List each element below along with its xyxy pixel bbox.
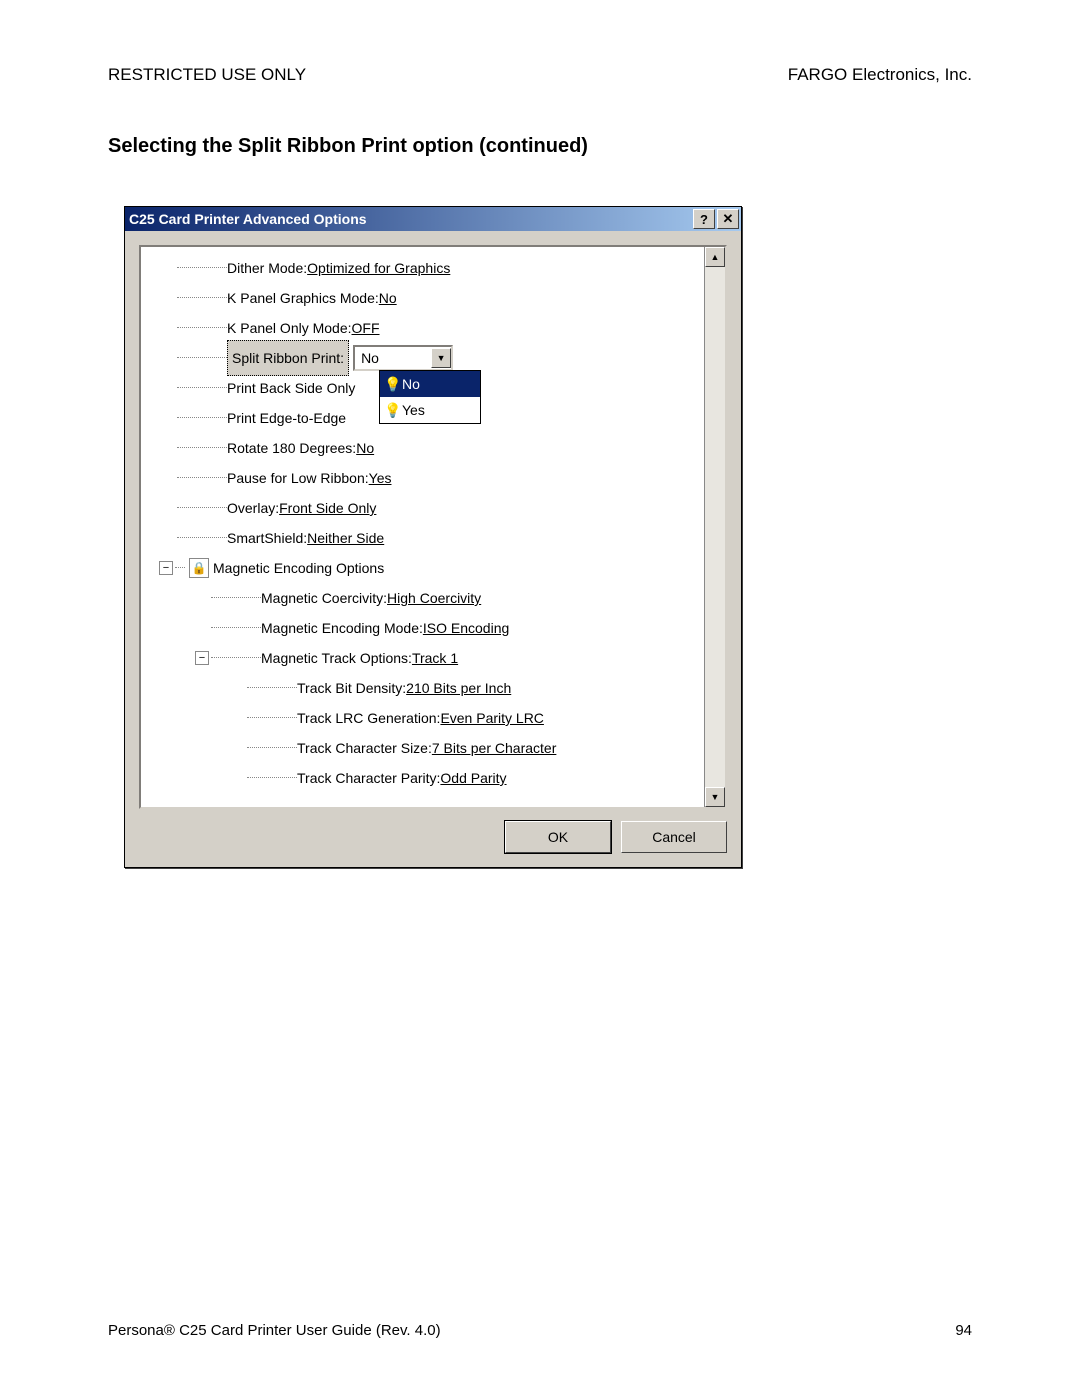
value: ISO Encoding <box>423 613 509 643</box>
label: Magnetic Encoding Options <box>213 553 384 583</box>
ok-button[interactable]: OK <box>505 821 611 853</box>
scroll-track[interactable] <box>705 267 725 787</box>
tree-item-magnetic-encoding[interactable]: − 🔒 Magnetic Encoding Options <box>141 553 703 583</box>
expand-collapse-icon[interactable]: − <box>195 651 209 665</box>
combo-value: No <box>361 343 379 373</box>
cancel-button[interactable]: Cancel <box>621 821 727 853</box>
tree-item-pause[interactable]: Pause for Low Ribbon: Yes <box>141 463 703 493</box>
dropdown-option-no[interactable]: 💡 No <box>380 371 480 397</box>
page-header: RESTRICTED USE ONLY FARGO Electronics, I… <box>108 65 972 85</box>
value: Front Side Only <box>279 493 376 523</box>
tree-item-track-char-parity[interactable]: Track Character Parity: Odd Parity <box>141 763 703 793</box>
dialog-button-row: OK Cancel <box>125 821 741 867</box>
value: High Coercivity <box>387 583 481 613</box>
label: Track LRC Generation: <box>297 703 440 733</box>
value: Optimized for Graphics <box>307 253 450 283</box>
chevron-down-icon[interactable]: ▼ <box>431 348 451 368</box>
label: Track Bit Density: <box>297 673 406 703</box>
label: K Panel Graphics Mode: <box>227 283 379 313</box>
value: OFF <box>352 313 380 343</box>
label: Magnetic Coercivity: <box>261 583 387 613</box>
tree-item-mag-mode[interactable]: Magnetic Encoding Mode: ISO Encoding <box>141 613 703 643</box>
tree-item-smartshield[interactable]: SmartShield: Neither Side <box>141 523 703 553</box>
split-ribbon-dropdown[interactable]: 💡 No 💡 Yes <box>379 370 481 424</box>
label: Pause for Low Ribbon: <box>227 463 369 493</box>
footer-left: Persona® C25 Card Printer User Guide (Re… <box>108 1322 441 1339</box>
tree-item-track-char-size[interactable]: Track Character Size: 7 Bits per Charact… <box>141 733 703 763</box>
tree-item-mag-coercivity[interactable]: Magnetic Coercivity: High Coercivity <box>141 583 703 613</box>
scroll-down-icon[interactable]: ▼ <box>705 787 725 807</box>
label: Print Edge-to-Edge <box>227 403 346 433</box>
tree-item-k-panel-graphics[interactable]: K Panel Graphics Mode: No <box>141 283 703 313</box>
value: Neither Side <box>307 523 384 553</box>
value: Odd Parity <box>440 763 506 793</box>
tree-item-mag-track[interactable]: − Magnetic Track Options: Track 1 <box>141 643 703 673</box>
dialog-titlebar: C25 Card Printer Advanced Options ? ✕ <box>125 207 741 231</box>
label: Track Character Parity: <box>297 763 440 793</box>
label: SmartShield: <box>227 523 307 553</box>
label: Dither Mode: <box>227 253 307 283</box>
value: Even Parity LRC <box>440 703 543 733</box>
header-right: FARGO Electronics, Inc. <box>788 65 972 85</box>
vertical-scrollbar[interactable]: ▲ ▼ <box>704 247 725 807</box>
titlebar-close-button[interactable]: ✕ <box>717 209 739 229</box>
value: No <box>379 283 397 313</box>
tree-item-rotate[interactable]: Rotate 180 Degrees: No <box>141 433 703 463</box>
tree-item-track-bit[interactable]: Track Bit Density: 210 Bits per Inch <box>141 673 703 703</box>
section-title: Selecting the Split Ribbon Print option … <box>108 135 972 158</box>
options-tree[interactable]: Dither Mode: Optimized for Graphics K Pa… <box>139 245 727 809</box>
scroll-up-icon[interactable]: ▲ <box>705 247 725 267</box>
option-label: No <box>402 376 420 392</box>
value: Yes <box>369 463 392 493</box>
titlebar-help-button[interactable]: ? <box>693 209 715 229</box>
label: Print Back Side Only <box>227 373 355 403</box>
page-number: 94 <box>955 1322 972 1339</box>
tree-item-overlay[interactable]: Overlay: Front Side Only <box>141 493 703 523</box>
value: Track 1 <box>412 643 458 673</box>
page-footer: Persona® C25 Card Printer User Guide (Re… <box>108 1322 972 1339</box>
advanced-options-dialog: C25 Card Printer Advanced Options ? ✕ Di… <box>124 206 742 868</box>
expand-collapse-icon[interactable]: − <box>159 561 173 575</box>
dialog-title: C25 Card Printer Advanced Options <box>129 211 367 227</box>
split-ribbon-combo[interactable]: No ▼ <box>353 345 453 371</box>
tree-item-k-panel-only[interactable]: K Panel Only Mode: OFF <box>141 313 703 343</box>
label: Overlay: <box>227 493 279 523</box>
label: Magnetic Encoding Mode: <box>261 613 423 643</box>
lock-icon: 🔒 <box>189 558 209 578</box>
label: Rotate 180 Degrees: <box>227 433 356 463</box>
tree-item-split-ribbon[interactable]: Split Ribbon Print: No ▼ <box>141 343 703 373</box>
value: No <box>356 433 374 463</box>
value: 210 Bits per Inch <box>406 673 511 703</box>
bulb-icon: 💡 <box>384 402 402 419</box>
tree-item-track-lrc[interactable]: Track LRC Generation: Even Parity LRC <box>141 703 703 733</box>
bulb-icon: 💡 <box>384 376 402 393</box>
option-label: Yes <box>402 402 425 418</box>
label: K Panel Only Mode: <box>227 313 352 343</box>
label: Split Ribbon Print: <box>227 340 349 376</box>
tree-item-dither-mode[interactable]: Dither Mode: Optimized for Graphics <box>141 253 703 283</box>
label: Track Character Size: <box>297 733 432 763</box>
value: 7 Bits per Character <box>432 733 557 763</box>
header-left: RESTRICTED USE ONLY <box>108 65 306 85</box>
dropdown-option-yes[interactable]: 💡 Yes <box>380 397 480 423</box>
label: Magnetic Track Options: <box>261 643 412 673</box>
